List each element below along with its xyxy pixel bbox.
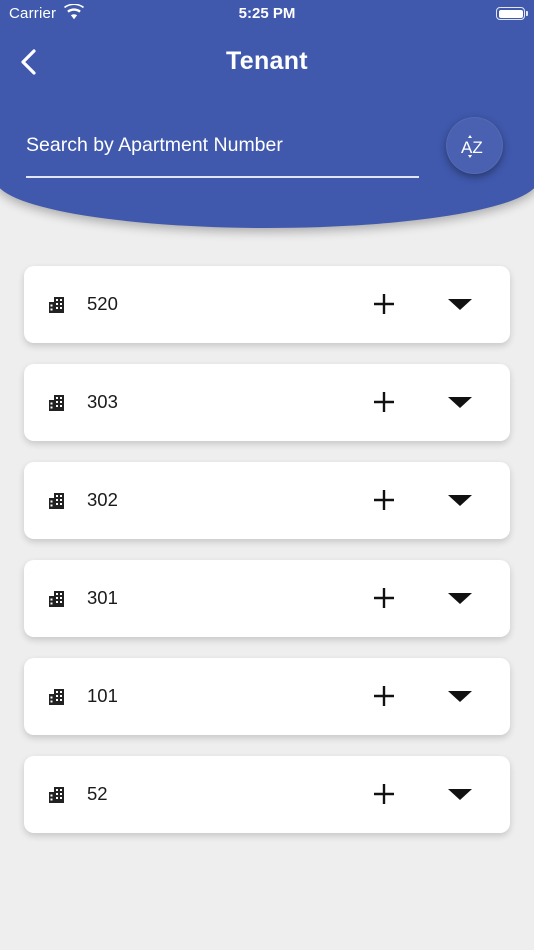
page-title: Tenant [226, 47, 308, 75]
building-icon [49, 395, 64, 411]
apartment-list: 520 303 302 301 101 52 [24, 266, 510, 854]
status-time: 5:25 PM [238, 5, 296, 22]
plus-icon [374, 784, 394, 804]
add-tenant-button[interactable] [371, 487, 397, 513]
expand-button[interactable] [444, 493, 476, 509]
apartment-number: 302 [87, 489, 118, 510]
add-tenant-button[interactable] [371, 389, 397, 415]
caret-down-icon [448, 299, 472, 310]
battery-tip [526, 11, 528, 16]
apartment-number: 301 [87, 587, 118, 608]
add-tenant-button[interactable] [371, 585, 397, 611]
apartment-number: 101 [87, 685, 118, 706]
apartment-card-303[interactable]: 303 [24, 364, 510, 441]
apartment-card-301[interactable]: 301 [24, 560, 510, 637]
expand-button[interactable] [444, 787, 476, 803]
expand-button[interactable] [444, 689, 476, 705]
apartment-card-520[interactable]: 520 [24, 266, 510, 343]
apartment-number: 520 [87, 293, 118, 314]
building-icon [49, 591, 64, 607]
sort-az-button[interactable]: AZ [446, 117, 503, 174]
status-bar: Carrier 5:25 PM [0, 0, 534, 28]
apartment-card-101[interactable]: 101 [24, 658, 510, 735]
caret-down-icon [448, 397, 472, 408]
building-icon [49, 689, 64, 705]
plus-icon [374, 490, 394, 510]
expand-button[interactable] [444, 591, 476, 607]
header-bar [0, 0, 534, 228]
plus-icon [374, 392, 394, 412]
apartment-number: 303 [87, 391, 118, 412]
sort-az-icon-text: AZ [461, 138, 483, 157]
building-icon [49, 297, 64, 313]
expand-button[interactable] [444, 297, 476, 313]
expand-button[interactable] [444, 395, 476, 411]
apartment-card-302[interactable]: 302 [24, 462, 510, 539]
plus-icon [374, 588, 394, 608]
building-icon [49, 787, 64, 803]
search-input[interactable] [26, 124, 419, 166]
caret-down-icon [448, 593, 472, 604]
caret-down-icon [448, 495, 472, 506]
caret-down-icon [448, 789, 472, 800]
apartment-number: 52 [87, 783, 108, 804]
add-tenant-button[interactable] [371, 683, 397, 709]
caret-down-icon [448, 691, 472, 702]
plus-icon [374, 294, 394, 314]
sort-az-icon: AZ [461, 134, 483, 158]
plus-icon [374, 686, 394, 706]
apartment-card-52[interactable]: 52 [24, 756, 510, 833]
building-icon [49, 493, 64, 509]
search-underline [26, 176, 419, 178]
add-tenant-button[interactable] [371, 291, 397, 317]
add-tenant-button[interactable] [371, 781, 397, 807]
battery-icon [496, 7, 525, 20]
battery-level-fill [498, 9, 523, 18]
tenant-screen: Carrier 5:25 PM Tenant AZ [0, 0, 534, 950]
